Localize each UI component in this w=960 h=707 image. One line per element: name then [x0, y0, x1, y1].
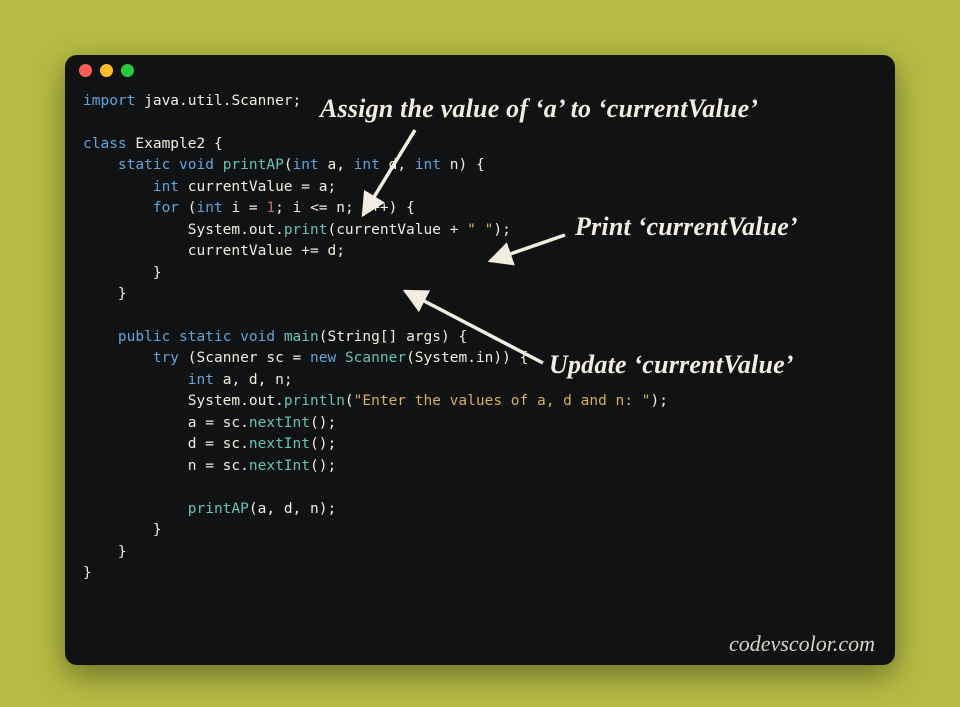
code-window: import java.util.Scanner; class Example2… [65, 55, 895, 665]
watermark: codevscolor.com [729, 631, 875, 657]
minimize-icon[interactable] [100, 64, 113, 77]
code-block: import java.util.Scanner; class Example2… [65, 85, 895, 594]
close-icon[interactable] [79, 64, 92, 77]
window-titlebar [65, 55, 895, 85]
zoom-icon[interactable] [121, 64, 134, 77]
